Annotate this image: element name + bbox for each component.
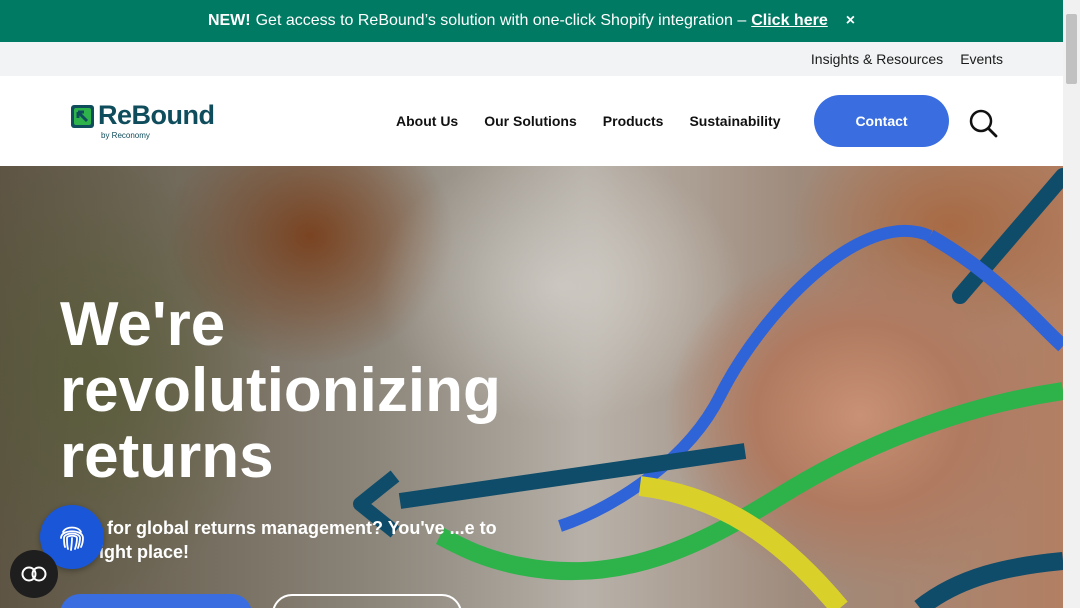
- announcement-message: Get access to ReBound’s solution with on…: [255, 12, 747, 29]
- main-nav: About Us Our Solutions Products Sustaina…: [396, 113, 781, 129]
- site-header: ReBound by Reconomy About Us Our Solutio…: [0, 76, 1063, 166]
- announcement-bar: NEW! Get access to ReBound’s solution wi…: [0, 0, 1063, 42]
- nav-item-products[interactable]: Products: [603, 113, 664, 129]
- accessibility-widget[interactable]: [10, 550, 58, 598]
- utility-nav: Insights & Resources Events: [0, 42, 1063, 76]
- logo-mark-icon: [71, 105, 94, 128]
- announcement-click-here-link[interactable]: Click here: [751, 12, 827, 30]
- hero-title-line-1: We're: [60, 290, 226, 359]
- nav-item-about-us[interactable]: About Us: [396, 113, 458, 129]
- logo-subtitle: by Reconomy: [101, 131, 150, 140]
- contact-button[interactable]: Contact: [814, 95, 949, 147]
- hero-title-line-3: returns: [60, 422, 274, 491]
- announcement-close-icon[interactable]: ×: [846, 12, 855, 30]
- logo-text: ReBound: [98, 100, 215, 130]
- hero-title-line-2: revolutionizing: [60, 356, 501, 425]
- hero-subtitle: ...ing for global returns management? Yo…: [60, 518, 497, 562]
- announcement-new-label: NEW!: [207, 12, 251, 29]
- accessibility-toggle-icon: [21, 566, 47, 582]
- hero-primary-button[interactable]: [60, 594, 252, 608]
- nav-item-our-solutions[interactable]: Our Solutions: [484, 113, 577, 129]
- rebound-logo[interactable]: ReBound by Reconomy: [70, 100, 240, 142]
- page-scrollbar[interactable]: [1063, 0, 1080, 608]
- fingerprint-icon: [60, 526, 84, 551]
- scrollbar-thumb[interactable]: [1066, 14, 1077, 84]
- hero-section: We're revolutionizing returns ...ing for…: [0, 166, 1063, 608]
- utility-link-insights-resources[interactable]: Insights & Resources: [811, 51, 943, 67]
- nav-item-sustainability[interactable]: Sustainability: [689, 113, 780, 129]
- utility-link-events[interactable]: Events: [960, 51, 1003, 67]
- search-icon[interactable]: [967, 107, 999, 139]
- hero-secondary-button[interactable]: [272, 594, 462, 608]
- hero-title: We're revolutionizing returns: [60, 292, 501, 490]
- page: NEW! Get access to ReBound’s solution wi…: [0, 0, 1080, 608]
